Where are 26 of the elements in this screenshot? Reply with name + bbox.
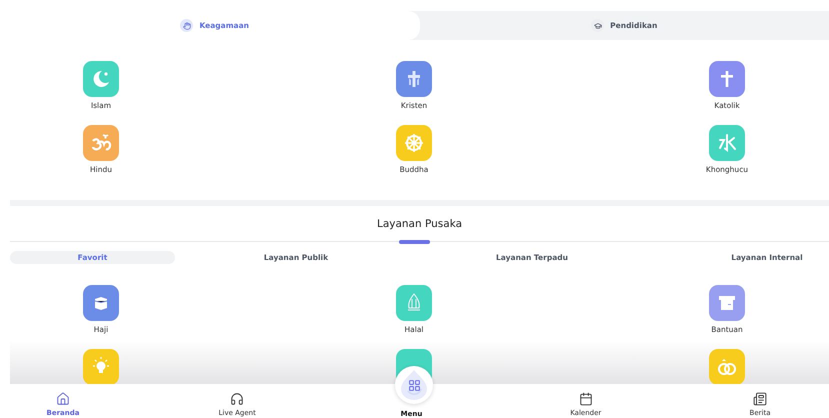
religion-tile[interactable] [396, 125, 432, 161]
religion-tile[interactable] [83, 61, 119, 97]
dharma-wheel-icon [404, 133, 424, 153]
religion-tile[interactable] [709, 125, 745, 161]
grid-icon [408, 378, 420, 392]
home-icon [56, 392, 70, 406]
service-tile[interactable] [396, 285, 432, 321]
kaaba-icon [92, 294, 110, 312]
graduation-cap-icon [594, 22, 602, 30]
service-tile[interactable] [83, 285, 119, 321]
service-tile[interactable] [709, 285, 745, 321]
section-title: Layanan Pusaka [376, 218, 462, 230]
religion-tile[interactable] [83, 125, 119, 161]
service-tile[interactable] [83, 349, 119, 385]
rings-icon [715, 357, 739, 377]
calendar-icon [578, 392, 593, 406]
newspaper-icon [753, 392, 767, 406]
box-icon [717, 294, 737, 312]
headphones-icon [230, 392, 244, 406]
crescent-star-icon [91, 69, 111, 89]
religion-tile[interactable] [396, 61, 432, 97]
drop-logo-icon [399, 369, 429, 401]
praying-hands-icon [182, 22, 191, 30]
page-indicator [399, 240, 430, 244]
religion-tile[interactable] [709, 61, 745, 97]
service-tile[interactable] [709, 349, 745, 385]
